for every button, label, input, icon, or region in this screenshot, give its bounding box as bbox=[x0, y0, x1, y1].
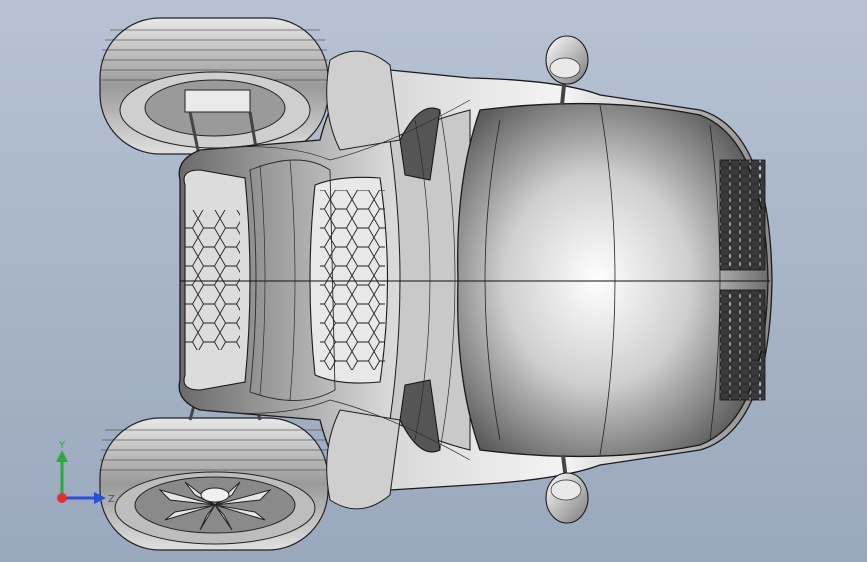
bottom-wheel bbox=[99, 401, 329, 551]
y-axis-arrow bbox=[56, 450, 68, 462]
z-axis-label: Z bbox=[108, 494, 115, 505]
x-axis-dot bbox=[57, 493, 67, 503]
graphics-viewport[interactable]: Y Z bbox=[0, 0, 867, 562]
coordinate-triad: Y Z bbox=[56, 440, 115, 505]
car-model[interactable] bbox=[0, 0, 867, 562]
z-axis-arrow bbox=[94, 492, 106, 504]
y-axis-label: Y bbox=[58, 440, 66, 451]
top-wheel bbox=[99, 17, 329, 161]
